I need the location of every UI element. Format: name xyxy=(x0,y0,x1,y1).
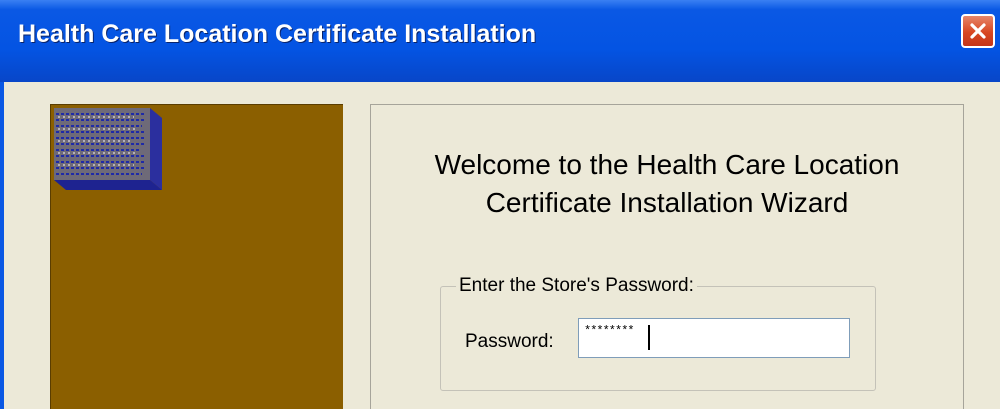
close-icon xyxy=(970,23,986,39)
welcome-heading: Welcome to the Health Care Location Cert… xyxy=(370,146,964,222)
window-title: Health Care Location Certificate Install… xyxy=(18,20,537,48)
password-group-legend: Enter the Store's Password: xyxy=(456,275,697,297)
welcome-line-2: Certificate Installation Wizard xyxy=(485,187,849,218)
close-button[interactable] xyxy=(961,14,995,48)
welcome-line-1: Welcome to the Health Care Location xyxy=(434,149,900,180)
wizard-sidebar xyxy=(50,104,343,409)
wizard-window: Health Care Location Certificate Install… xyxy=(0,0,1000,409)
title-bar[interactable]: Health Care Location Certificate Install… xyxy=(0,0,1000,82)
password-label: Password: xyxy=(465,331,554,352)
password-input[interactable]: ******** xyxy=(578,318,850,358)
password-value: ******** xyxy=(584,324,635,338)
window-border xyxy=(0,82,4,409)
certificate-scroll-icon xyxy=(54,108,162,190)
text-caret xyxy=(648,325,650,350)
